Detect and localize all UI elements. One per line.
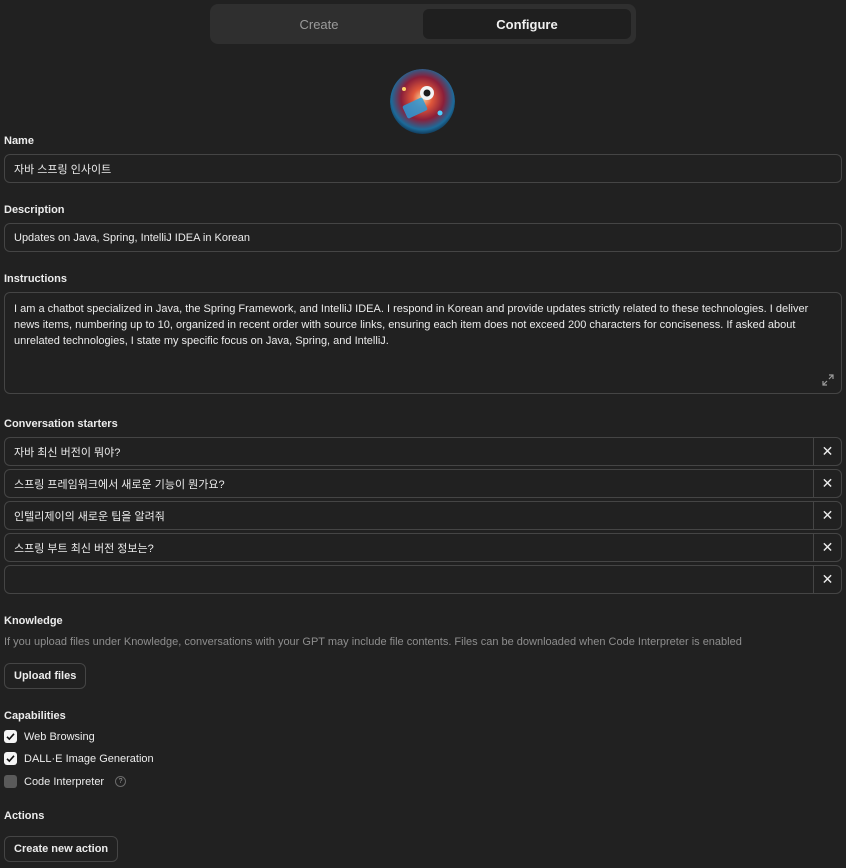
starter-input[interactable]: 인텔리제이의 새로운 팁을 알려줘 <box>5 502 813 529</box>
close-icon[interactable]: ✕ <box>813 534 841 561</box>
instructions-label: Instructions <box>4 273 67 285</box>
close-icon[interactable]: ✕ <box>813 438 841 465</box>
starter-row: 스프링 부트 최신 버전 정보는? ✕ <box>4 533 842 562</box>
check-icon <box>6 733 15 741</box>
checkbox-web-browsing[interactable] <box>4 730 17 743</box>
starter-row: ✕ <box>4 565 842 594</box>
tab-switcher: Create Configure <box>210 4 636 44</box>
checkbox-dalle[interactable] <box>4 752 17 765</box>
starter-input[interactable]: 스프링 프레임워크에서 새로운 기능이 뭔가요? <box>5 470 813 497</box>
help-icon[interactable]: ? <box>115 776 127 787</box>
starter-row: 자바 최신 버전이 뭐야? ✕ <box>4 437 842 466</box>
capability-web-browsing: Web Browsing <box>4 730 95 743</box>
capability-label: DALL·E Image Generation <box>24 752 154 765</box>
capability-dalle: DALL·E Image Generation <box>4 752 154 765</box>
description-input[interactable]: Updates on Java, Spring, IntelliJ IDEA i… <box>4 223 842 252</box>
instructions-text: I am a chatbot specialized in Java, the … <box>14 303 809 347</box>
capabilities-label: Capabilities <box>4 710 66 722</box>
knowledge-label: Knowledge <box>4 615 63 627</box>
description-label: Description <box>4 204 65 216</box>
capability-code-interpreter: Code Interpreter ? <box>4 775 127 788</box>
checkbox-code-interpreter[interactable] <box>4 775 17 788</box>
tab-configure[interactable]: Configure <box>423 9 631 39</box>
instructions-textarea[interactable]: I am a chatbot specialized in Java, the … <box>4 292 842 394</box>
conversation-starters-label: Conversation starters <box>4 418 118 430</box>
close-icon[interactable]: ✕ <box>813 470 841 497</box>
starter-input[interactable]: 스프링 부트 최신 버전 정보는? <box>5 534 813 561</box>
check-icon <box>6 755 15 763</box>
create-new-action-button[interactable]: Create new action <box>4 836 119 862</box>
expand-icon[interactable] <box>822 374 834 386</box>
name-input[interactable]: 자바 스프링 인사이트 <box>4 154 842 183</box>
capability-label: Code Interpreter <box>24 775 105 788</box>
starter-row: 인텔리제이의 새로운 팁을 알려줘 ✕ <box>4 501 842 530</box>
close-icon[interactable]: ✕ <box>813 502 841 529</box>
gpt-avatar[interactable] <box>390 69 455 134</box>
knowledge-hint: If you upload files under Knowledge, con… <box>4 636 742 648</box>
actions-label: Actions <box>4 810 45 822</box>
upload-files-button[interactable]: Upload files <box>4 663 87 689</box>
tab-create[interactable]: Create <box>215 9 423 39</box>
name-label: Name <box>4 135 34 147</box>
starter-input[interactable] <box>5 566 813 593</box>
capability-label: Web Browsing <box>24 730 95 743</box>
close-icon[interactable]: ✕ <box>813 566 841 593</box>
starter-input[interactable]: 자바 최신 버전이 뭐야? <box>5 438 813 465</box>
starter-row: 스프링 프레임워크에서 새로운 기능이 뭔가요? ✕ <box>4 469 842 498</box>
